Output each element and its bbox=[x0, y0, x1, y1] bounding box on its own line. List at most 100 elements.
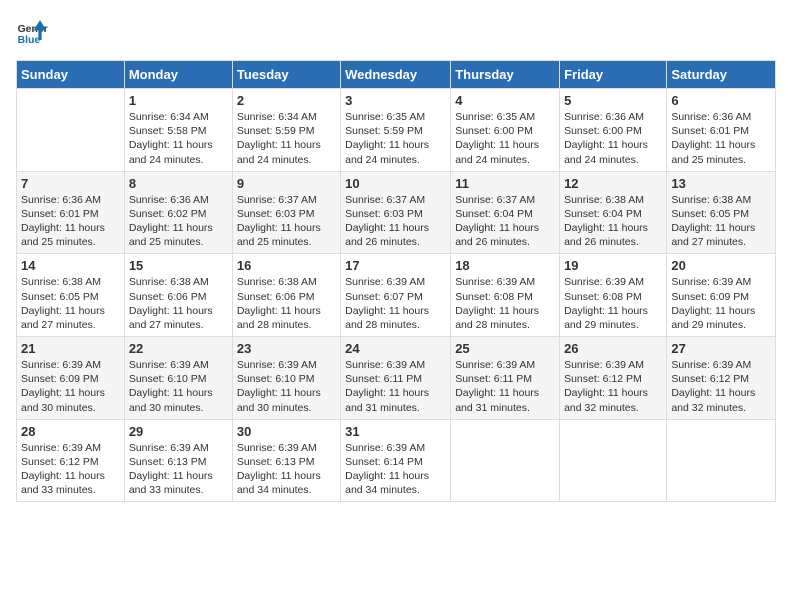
calendar-cell: 2 Sunrise: 6:34 AM Sunset: 5:59 PM Daylig… bbox=[232, 89, 340, 172]
day-info: Sunrise: 6:39 AM Sunset: 6:07 PM Dayligh… bbox=[345, 275, 446, 332]
calendar-cell: 12 Sunrise: 6:38 AM Sunset: 6:04 PM Dayli… bbox=[560, 171, 667, 254]
calendar-cell: 21Sunrise: 6:39 AM Sunset: 6:09 PM Dayli… bbox=[17, 337, 125, 420]
column-header-saturday: Saturday bbox=[667, 61, 776, 89]
calendar-cell bbox=[560, 419, 667, 502]
day-number: 27 bbox=[671, 341, 771, 356]
day-info: Sunrise: 6:38 AM Sunset: 6:06 PM Dayligh… bbox=[129, 275, 228, 332]
calendar-cell bbox=[451, 419, 560, 502]
day-number: 26 bbox=[564, 341, 662, 356]
day-number: 13 bbox=[671, 176, 771, 191]
day-number: 24 bbox=[345, 341, 446, 356]
day-info: Sunrise: 6:34 AM Sunset: 5:59 PM Dayligh… bbox=[237, 110, 336, 167]
day-info: Sunrise: 6:35 AM Sunset: 6:00 PM Dayligh… bbox=[455, 110, 555, 167]
day-number: 2 bbox=[237, 93, 336, 108]
calendar-cell: 7 Sunrise: 6:36 AM Sunset: 6:01 PM Daylig… bbox=[17, 171, 125, 254]
day-info: Sunrise: 6:38 AM Sunset: 6:04 PM Dayligh… bbox=[564, 193, 662, 250]
day-number: 11 bbox=[455, 176, 555, 191]
calendar-header: SundayMondayTuesdayWednesdayThursdayFrid… bbox=[17, 61, 776, 89]
calendar-cell: 9Sunrise: 6:37 AM Sunset: 6:03 PM Daylig… bbox=[232, 171, 340, 254]
day-info: Sunrise: 6:37 AM Sunset: 6:04 PM Dayligh… bbox=[455, 193, 555, 250]
calendar-cell: 29Sunrise: 6:39 AM Sunset: 6:13 PM Dayli… bbox=[124, 419, 232, 502]
day-number: 29 bbox=[129, 424, 228, 439]
day-number: 17 bbox=[345, 258, 446, 273]
day-info: Sunrise: 6:38 AM Sunset: 6:05 PM Dayligh… bbox=[21, 275, 120, 332]
day-number: 3 bbox=[345, 93, 446, 108]
calendar-week-4: 21Sunrise: 6:39 AM Sunset: 6:09 PM Dayli… bbox=[17, 337, 776, 420]
day-number: 8 bbox=[129, 176, 228, 191]
calendar-cell: 3 Sunrise: 6:35 AM Sunset: 5:59 PM Daylig… bbox=[341, 89, 451, 172]
calendar-cell: 16 Sunrise: 6:38 AM Sunset: 6:06 PM Dayli… bbox=[232, 254, 340, 337]
calendar-cell: 20 Sunrise: 6:39 AM Sunset: 6:09 PM Dayli… bbox=[667, 254, 776, 337]
calendar-cell bbox=[667, 419, 776, 502]
logo: General Blue bbox=[16, 16, 48, 48]
day-number: 22 bbox=[129, 341, 228, 356]
day-info: Sunrise: 6:39 AM Sunset: 6:09 PM Dayligh… bbox=[671, 275, 771, 332]
calendar-week-3: 14 Sunrise: 6:38 AM Sunset: 6:05 PM Dayli… bbox=[17, 254, 776, 337]
day-number: 14 bbox=[21, 258, 120, 273]
column-header-sunday: Sunday bbox=[17, 61, 125, 89]
day-info: Sunrise: 6:39 AM Sunset: 6:10 PM Dayligh… bbox=[237, 358, 336, 415]
day-info: Sunrise: 6:39 AM Sunset: 6:12 PM Dayligh… bbox=[564, 358, 662, 415]
day-info: Sunrise: 6:39 AM Sunset: 6:08 PM Dayligh… bbox=[564, 275, 662, 332]
day-number: 31 bbox=[345, 424, 446, 439]
calendar-cell: 14 Sunrise: 6:38 AM Sunset: 6:05 PM Dayli… bbox=[17, 254, 125, 337]
day-info: Sunrise: 6:39 AM Sunset: 6:08 PM Dayligh… bbox=[455, 275, 555, 332]
column-header-friday: Friday bbox=[560, 61, 667, 89]
day-info: Sunrise: 6:39 AM Sunset: 6:12 PM Dayligh… bbox=[671, 358, 771, 415]
calendar-cell: 26 Sunrise: 6:39 AM Sunset: 6:12 PM Dayli… bbox=[560, 337, 667, 420]
calendar-cell: 15 Sunrise: 6:38 AM Sunset: 6:06 PM Dayli… bbox=[124, 254, 232, 337]
calendar-cell: 28 Sunrise: 6:39 AM Sunset: 6:12 PM Dayli… bbox=[17, 419, 125, 502]
calendar-cell: 22Sunrise: 6:39 AM Sunset: 6:10 PM Dayli… bbox=[124, 337, 232, 420]
logo-icon: General Blue bbox=[16, 16, 48, 48]
svg-text:Blue: Blue bbox=[18, 35, 41, 46]
day-number: 23 bbox=[237, 341, 336, 356]
calendar-cell: 31 Sunrise: 6:39 AM Sunset: 6:14 PM Dayli… bbox=[341, 419, 451, 502]
page-header: General Blue bbox=[16, 16, 776, 48]
calendar-week-2: 7 Sunrise: 6:36 AM Sunset: 6:01 PM Daylig… bbox=[17, 171, 776, 254]
day-info: Sunrise: 6:39 AM Sunset: 6:12 PM Dayligh… bbox=[21, 441, 120, 498]
column-header-tuesday: Tuesday bbox=[232, 61, 340, 89]
day-info: Sunrise: 6:38 AM Sunset: 6:05 PM Dayligh… bbox=[671, 193, 771, 250]
calendar-cell: 24 Sunrise: 6:39 AM Sunset: 6:11 PM Dayli… bbox=[341, 337, 451, 420]
day-info: Sunrise: 6:38 AM Sunset: 6:06 PM Dayligh… bbox=[237, 275, 336, 332]
day-info: Sunrise: 6:36 AM Sunset: 6:01 PM Dayligh… bbox=[21, 193, 120, 250]
calendar-cell: 25 Sunrise: 6:39 AM Sunset: 6:11 PM Dayli… bbox=[451, 337, 560, 420]
day-number: 5 bbox=[564, 93, 662, 108]
day-info: Sunrise: 6:36 AM Sunset: 6:00 PM Dayligh… bbox=[564, 110, 662, 167]
calendar-cell: 27 Sunrise: 6:39 AM Sunset: 6:12 PM Dayli… bbox=[667, 337, 776, 420]
calendar-cell: 13 Sunrise: 6:38 AM Sunset: 6:05 PM Dayli… bbox=[667, 171, 776, 254]
calendar-cell: 8Sunrise: 6:36 AM Sunset: 6:02 PM Daylig… bbox=[124, 171, 232, 254]
calendar-cell: 19Sunrise: 6:39 AM Sunset: 6:08 PM Dayli… bbox=[560, 254, 667, 337]
day-info: Sunrise: 6:39 AM Sunset: 6:14 PM Dayligh… bbox=[345, 441, 446, 498]
day-number: 18 bbox=[455, 258, 555, 273]
day-info: Sunrise: 6:39 AM Sunset: 6:09 PM Dayligh… bbox=[21, 358, 120, 415]
day-info: Sunrise: 6:37 AM Sunset: 6:03 PM Dayligh… bbox=[345, 193, 446, 250]
calendar-cell: 11 Sunrise: 6:37 AM Sunset: 6:04 PM Dayli… bbox=[451, 171, 560, 254]
day-number: 25 bbox=[455, 341, 555, 356]
calendar-cell: 1Sunrise: 6:34 AM Sunset: 5:58 PM Daylig… bbox=[124, 89, 232, 172]
column-header-wednesday: Wednesday bbox=[341, 61, 451, 89]
day-number: 12 bbox=[564, 176, 662, 191]
calendar-cell: 10 Sunrise: 6:37 AM Sunset: 6:03 PM Dayli… bbox=[341, 171, 451, 254]
day-number: 30 bbox=[237, 424, 336, 439]
calendar-cell: 5 Sunrise: 6:36 AM Sunset: 6:00 PM Daylig… bbox=[560, 89, 667, 172]
day-number: 28 bbox=[21, 424, 120, 439]
calendar-cell: 17 Sunrise: 6:39 AM Sunset: 6:07 PM Dayli… bbox=[341, 254, 451, 337]
day-number: 20 bbox=[671, 258, 771, 273]
day-info: Sunrise: 6:39 AM Sunset: 6:11 PM Dayligh… bbox=[455, 358, 555, 415]
day-number: 1 bbox=[129, 93, 228, 108]
calendar-cell: 30 Sunrise: 6:39 AM Sunset: 6:13 PM Dayli… bbox=[232, 419, 340, 502]
calendar-cell: 6Sunrise: 6:36 AM Sunset: 6:01 PM Daylig… bbox=[667, 89, 776, 172]
calendar-table: SundayMondayTuesdayWednesdayThursdayFrid… bbox=[16, 60, 776, 502]
calendar-cell bbox=[17, 89, 125, 172]
day-info: Sunrise: 6:39 AM Sunset: 6:11 PM Dayligh… bbox=[345, 358, 446, 415]
day-number: 7 bbox=[21, 176, 120, 191]
day-info: Sunrise: 6:39 AM Sunset: 6:13 PM Dayligh… bbox=[237, 441, 336, 498]
day-number: 6 bbox=[671, 93, 771, 108]
day-number: 16 bbox=[237, 258, 336, 273]
calendar-week-1: 1Sunrise: 6:34 AM Sunset: 5:58 PM Daylig… bbox=[17, 89, 776, 172]
calendar-week-5: 28 Sunrise: 6:39 AM Sunset: 6:12 PM Dayli… bbox=[17, 419, 776, 502]
day-info: Sunrise: 6:35 AM Sunset: 5:59 PM Dayligh… bbox=[345, 110, 446, 167]
day-number: 15 bbox=[129, 258, 228, 273]
day-number: 10 bbox=[345, 176, 446, 191]
